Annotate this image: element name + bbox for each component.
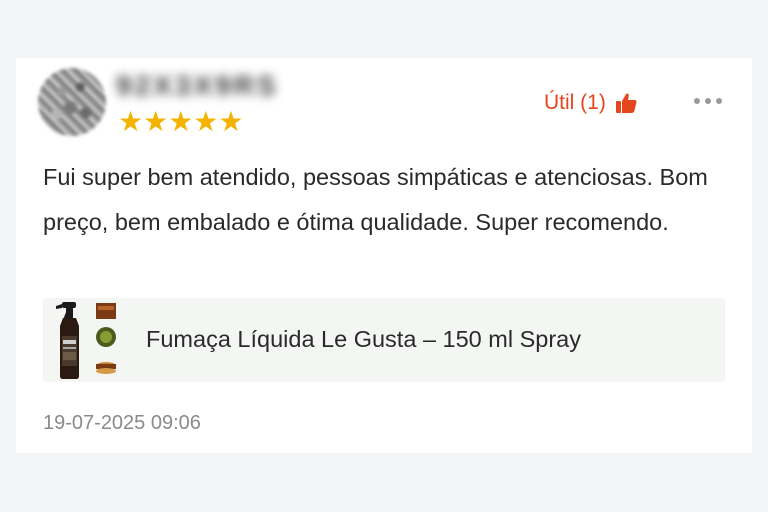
helpful-label: Útil (1) <box>544 91 606 114</box>
more-options-icon <box>694 98 700 104</box>
helpful-button[interactable]: Útil (1) <box>544 88 638 118</box>
review-text: Fui super bem atendido, pessoas simpátic… <box>43 164 708 235</box>
review-timestamp: 19-07-2025 09:06 <box>43 412 201 434</box>
product-image <box>48 300 128 380</box>
review-card: 92X3X9RS ★★★★★ Útil (1) Fui super bem at… <box>16 58 752 453</box>
thumbs-up-icon <box>614 91 638 115</box>
more-options-button[interactable] <box>688 86 728 116</box>
reviewer-name: 92X3X9RS <box>116 70 279 101</box>
product-link[interactable]: Fumaça Líquida Le Gusta – 150 ml Spray <box>43 298 725 382</box>
avatar[interactable] <box>38 68 106 136</box>
product-name: Fumaça Líquida Le Gusta – 150 ml Spray <box>146 326 581 352</box>
rating-stars: ★★★★★ <box>118 106 244 137</box>
